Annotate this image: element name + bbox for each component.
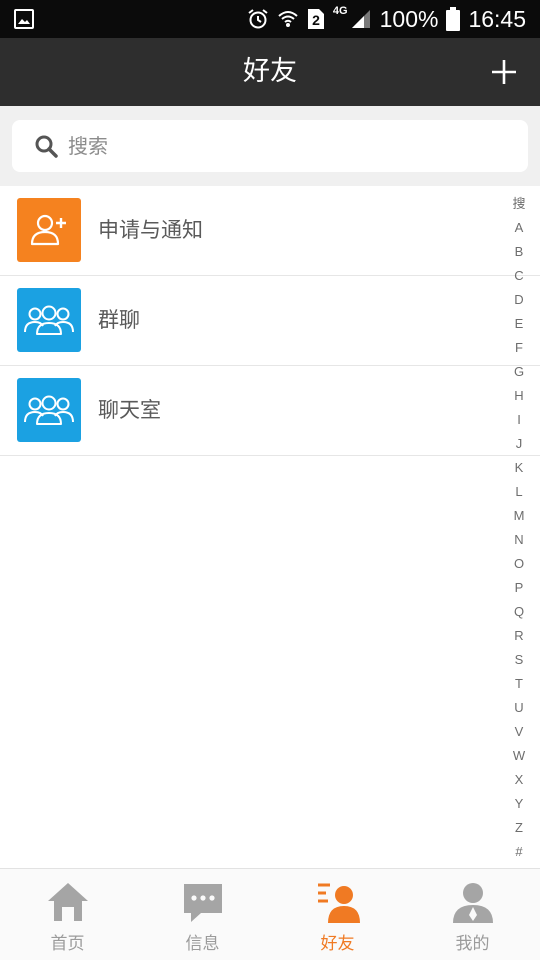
friends-list: 申请与通知 群聊 聊天室 [0,186,540,456]
group-icon [24,305,74,335]
signal-icon [351,10,370,28]
nav-label: 我的 [455,934,490,954]
nav-home[interactable]: 首页 [0,869,135,960]
title-bar: 好友 [0,38,540,106]
index-letter[interactable]: Y [515,792,524,816]
page-title: 好友 [243,56,297,87]
status-icons: 2 4G 100% 16:45 [247,0,526,38]
battery-icon [446,7,461,31]
sim-number: 2 [312,12,320,28]
home-icon [47,883,88,921]
list-item-label: 聊天室 [98,398,161,422]
index-letter[interactable]: U [514,696,523,720]
index-letter[interactable]: C [514,264,523,288]
battery-percent: 100% [379,6,439,32]
index-letter[interactable]: K [515,456,524,480]
index-letter[interactable]: E [515,312,524,336]
index-letter[interactable]: I [517,408,521,432]
list-item-label: 申请与通知 [98,218,203,242]
search-area [0,106,540,186]
alarm-icon [248,9,268,29]
friends-screen: 2 4G 100% 16:45 好友 搜索 申请与通知 群聊 聊天室 搜 A B… [0,0,540,960]
message-icon [183,884,222,922]
index-letter[interactable]: # [515,840,522,864]
group-chat-tile [17,288,81,352]
chat-room-tile [17,378,81,442]
search-input[interactable] [68,120,508,172]
search-box[interactable] [12,120,528,172]
index-letter[interactable]: W [513,744,525,768]
index-letter[interactable]: G [514,360,524,384]
gallery-notification-icon [14,9,34,29]
index-letter[interactable]: L [515,480,522,504]
index-letter[interactable]: X [515,768,524,792]
index-letter[interactable]: V [515,720,524,744]
status-bar: 2 4G 100% 16:45 [0,0,540,38]
list-item-notifications[interactable]: 申请与通知 [0,186,540,276]
bottom-nav: 首页 信息 好友 我的 [0,868,540,960]
sim-icon: 2 [307,9,324,29]
profile-icon [452,883,493,923]
network-type: 4G [332,5,348,17]
index-letter[interactable]: T [515,672,523,696]
friends-icon [317,883,360,923]
index-letter[interactable]: S [515,648,524,672]
index-letter[interactable]: B [515,240,524,264]
index-letter[interactable]: D [514,288,523,312]
nav-label: 首页 [50,934,85,954]
index-letter[interactable]: O [514,552,524,576]
nav-friends[interactable]: 好友 [270,869,405,960]
index-letter[interactable]: P [515,576,524,600]
index-letter[interactable]: M [514,504,525,528]
list-item-group-chat[interactable]: 群聊 [0,276,540,366]
index-letter[interactable]: Z [515,816,523,840]
search-icon [35,135,58,158]
index-letter[interactable]: F [515,336,523,360]
index-letter[interactable]: N [514,528,523,552]
nav-label: 信息 [185,934,220,954]
index-letter[interactable]: 搜 [512,192,525,216]
plus-icon[interactable] [490,58,518,86]
nav-profile[interactable]: 我的 [405,869,540,960]
index-letter[interactable]: Q [514,600,524,624]
alphabet-index[interactable]: 搜 A B C D E F G H I J K L M N O P Q R S T U V W X Y Z # [508,192,530,864]
index-letter[interactable]: R [514,624,523,648]
nav-label: 好友 [320,934,355,954]
index-letter[interactable]: J [516,432,523,456]
clock: 16:45 [468,6,526,32]
add-user-icon [30,214,66,246]
group-icon [24,395,74,425]
notifications-tile [17,198,81,262]
list-item-label: 群聊 [98,308,140,332]
list-item-chat-room[interactable]: 聊天室 [0,366,540,456]
wifi-icon [278,11,298,27]
index-letter[interactable]: A [515,216,524,240]
nav-messages[interactable]: 信息 [135,869,270,960]
index-letter[interactable]: H [514,384,523,408]
